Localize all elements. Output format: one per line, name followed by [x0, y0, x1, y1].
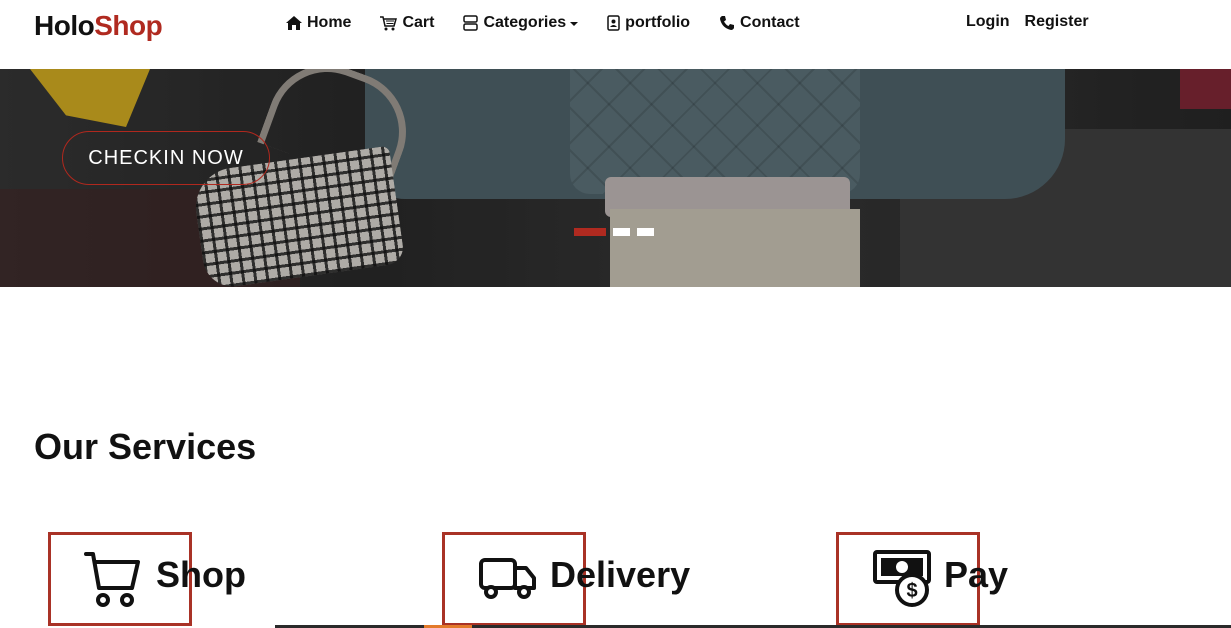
brand-name-part1: Holo	[34, 10, 95, 41]
home-icon	[286, 16, 302, 30]
nav-contact[interactable]: Contact	[719, 13, 800, 33]
nav-categories-dropdown[interactable]: Categories	[463, 13, 579, 33]
services-title: Our Services	[34, 426, 257, 467]
hero-carousel: CHECKIN NOW	[0, 69, 1231, 287]
navbar: HoloShop Home Cart Categories portfolio …	[0, 0, 1231, 69]
nav-cart[interactable]: Cart	[380, 13, 434, 33]
phone-icon	[720, 16, 735, 30]
brand-logo[interactable]: HoloShop	[34, 10, 163, 42]
nav-cart-label: Cart	[402, 14, 435, 31]
nav-contact-label: Contact	[740, 14, 800, 31]
service-label: Delivery	[550, 554, 691, 595]
main-nav: Home Cart Categories portfolio Contact	[286, 13, 829, 33]
brand-name-part2: Shop	[94, 10, 163, 41]
money-icon: $	[873, 550, 931, 607]
nav-portfolio[interactable]: portfolio	[607, 13, 690, 33]
carousel-indicators	[574, 228, 661, 236]
truck-icon	[479, 558, 536, 599]
cart-icon	[380, 15, 398, 30]
carousel-indicator[interactable]	[637, 228, 654, 236]
auth-links: Login Register	[966, 13, 1104, 31]
service-label: Pay	[944, 554, 1009, 595]
login-link[interactable]: Login	[966, 13, 1010, 31]
carousel-indicator[interactable]	[613, 228, 630, 236]
svg-text:$: $	[906, 580, 917, 602]
categories-icon	[463, 15, 479, 31]
nav-home[interactable]: Home	[286, 13, 351, 33]
portfolio-icon	[607, 15, 620, 31]
carousel-indicator[interactable]	[574, 228, 606, 236]
chevron-down-icon	[570, 22, 579, 26]
nav-home-label: Home	[307, 14, 352, 31]
register-link[interactable]: Register	[1025, 13, 1089, 31]
checkin-now-button[interactable]: CHECKIN NOW	[62, 131, 270, 185]
shopping-cart-icon	[84, 552, 140, 607]
nav-categories-label: Categories	[483, 14, 567, 31]
service-label: Shop	[156, 554, 246, 595]
nav-portfolio-label: portfolio	[625, 14, 691, 31]
